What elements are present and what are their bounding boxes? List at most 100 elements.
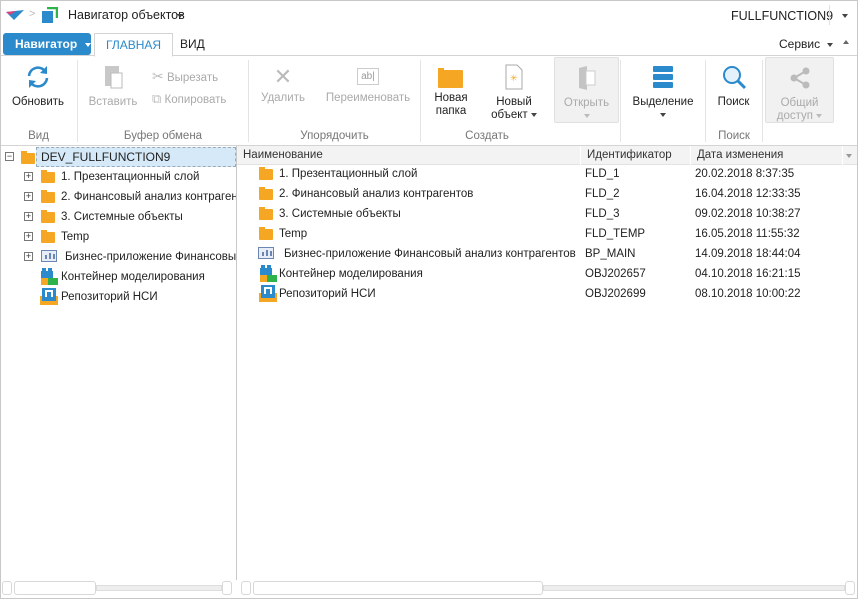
delete-button[interactable]: ✕ Удалить	[256, 64, 310, 105]
chevron-down-icon	[84, 42, 91, 47]
modeling-container-icon	[260, 265, 277, 282]
chevron-down-icon	[816, 113, 823, 118]
table-row[interactable]: 2. Финансовый анализ контрагентов FLD_2 16…	[237, 184, 858, 204]
cell-id: FLD_2	[585, 188, 620, 200]
cut-button[interactable]: ✂ Вырезать	[152, 69, 218, 85]
copy-icon: ⧉	[152, 91, 162, 106]
tree-item[interactable]: Контейнер моделирования	[0, 267, 236, 287]
refresh-button[interactable]: Обновить	[8, 64, 68, 109]
cell-date: 09.02.2018 10:38:27	[695, 208, 801, 220]
tree-root[interactable]: − DEV_FULLFUNCTION9	[0, 147, 236, 167]
user-name[interactable]: FULLFUNCTION9	[731, 9, 833, 23]
new-object-label-1: Новый	[496, 96, 532, 108]
search-label: Поиск	[717, 96, 750, 108]
scroll-right-button[interactable]	[845, 581, 855, 595]
share-button[interactable]: Общий доступ	[765, 57, 834, 123]
chevron-down-icon	[530, 112, 537, 117]
title-bar: > Навигатор объектов FULLFUNCTION9	[0, 0, 858, 30]
paste-icon	[105, 66, 123, 89]
new-folder-label-1: Новая	[434, 92, 468, 104]
scroll-left-button[interactable]	[2, 581, 12, 595]
scrollbar-thumb[interactable]	[14, 581, 96, 595]
scrollbar-thumb[interactable]	[253, 581, 543, 595]
expand-icon[interactable]: +	[24, 232, 33, 241]
expand-icon[interactable]: +	[24, 252, 33, 261]
svg-text:✳: ✳	[510, 73, 518, 83]
table-row[interactable]: Бизнес-приложение Финансовый анализ конт…	[237, 244, 858, 264]
expand-icon[interactable]: +	[24, 172, 33, 181]
column-header-id[interactable]: Идентификатор	[581, 146, 691, 165]
rename-button[interactable]: ab| Переименовать	[323, 64, 413, 105]
tab-view[interactable]: ВИД	[169, 33, 216, 57]
new-folder-button[interactable]: Новая папка	[428, 64, 474, 118]
tree-item-label: Репозиторий НСИ	[61, 291, 158, 303]
expand-icon[interactable]: +	[24, 192, 33, 201]
table-row[interactable]: 3. Системные объекты FLD_3 09.02.2018 10:3…	[237, 204, 858, 224]
app-logo-icon[interactable]	[6, 10, 24, 20]
folder-icon	[259, 167, 273, 180]
service-label: Сервис	[779, 37, 821, 51]
cell-name: 3. Системные объекты	[279, 208, 401, 220]
group-label-arrange: Упорядочить	[300, 130, 369, 142]
breadcrumb-separator: >	[29, 8, 36, 20]
paste-button[interactable]: Вставить	[86, 64, 140, 109]
collapse-icon[interactable]: −	[5, 152, 14, 161]
folder-icon	[41, 170, 55, 183]
search-icon	[722, 66, 746, 90]
folder-icon	[259, 187, 273, 200]
tab-main[interactable]: ГЛАВНАЯ	[94, 33, 174, 57]
expand-icon[interactable]: +	[24, 212, 33, 221]
column-header-date[interactable]: Дата изменения	[691, 146, 843, 165]
collapse-ribbon-icon[interactable]	[843, 40, 849, 44]
tree-horizontal-scrollbar[interactable]	[2, 580, 235, 596]
cell-date: 16.04.2018 12:33:35	[695, 188, 801, 200]
folder-icon	[41, 230, 55, 243]
table-row[interactable]: 1. Презентационный слой FLD_1 20.02.2018 8…	[237, 164, 858, 184]
table-row[interactable]: Контейнер моделирования OBJ202657 04.10.20…	[237, 264, 858, 284]
tree-item[interactable]: +1. Презентационный слой	[0, 167, 236, 187]
tree-item-label: Temp	[61, 231, 90, 243]
scroll-left-button[interactable]	[241, 581, 251, 595]
search-button[interactable]: Поиск	[710, 64, 757, 109]
share-icon	[790, 67, 809, 89]
selection-list-icon	[653, 66, 673, 88]
group-label-clipboard: Буфер обмена	[123, 130, 203, 142]
tree-item-label: Бизнес-приложение Финансовый анализ конт…	[65, 251, 237, 263]
tree-item[interactable]: +3. Системные объекты	[0, 207, 236, 227]
user-menu-icon[interactable]	[842, 14, 848, 18]
group-label-create: Создать	[465, 130, 509, 142]
selection-button[interactable]: Выделение	[628, 64, 698, 122]
title-dropdown-icon[interactable]	[177, 14, 183, 18]
new-object-icon: ✳	[505, 64, 523, 90]
cell-name: Репозиторий НСИ	[279, 288, 376, 300]
new-object-label-2: объект	[491, 109, 528, 121]
column-menu-icon[interactable]	[846, 154, 852, 158]
copy-button[interactable]: ⧉ Копировать	[152, 92, 226, 107]
cell-name: 2. Финансовый анализ контрагентов	[279, 188, 474, 200]
scroll-right-button[interactable]	[222, 581, 232, 595]
window-title[interactable]: Навигатор объектов	[68, 8, 185, 22]
copy-label: Копировать	[164, 94, 227, 106]
column-header-name[interactable]: Наименование	[237, 146, 581, 165]
table-row[interactable]: Репозиторий НСИ OBJ202699 08.10.2018 10:00…	[237, 284, 858, 304]
open-button[interactable]: Открыть	[554, 57, 619, 123]
business-app-icon	[41, 250, 57, 262]
tree-item[interactable]: +2. Финансовый анализ контрагентов	[0, 187, 236, 207]
table-row[interactable]: Temp FLD_TEMP 16.05.2018 11:55:32	[237, 224, 858, 244]
delete-x-icon: ✕	[273, 64, 293, 89]
service-menu[interactable]: Сервис	[779, 37, 834, 51]
cell-name: Temp	[279, 228, 308, 240]
navigator-button[interactable]: Навигатор	[3, 33, 91, 55]
new-object-button[interactable]: ✳ Новый объект	[484, 64, 544, 122]
cell-id: FLD_1	[585, 168, 620, 180]
tree-item[interactable]: + Temp	[0, 227, 236, 247]
tree-item[interactable]: Репозиторий НСИ	[0, 287, 236, 307]
mdm-repository-icon	[259, 285, 277, 302]
rename-label: Переименовать	[325, 92, 411, 104]
chevron-down-icon	[827, 42, 834, 47]
folder-icon	[21, 151, 35, 164]
tree-item[interactable]: + Бизнес-приложение Финансовый анализ кон…	[0, 247, 237, 267]
list-horizontal-scrollbar[interactable]	[241, 580, 856, 596]
open-icon	[578, 66, 595, 90]
delete-label: Удалить	[261, 92, 305, 104]
